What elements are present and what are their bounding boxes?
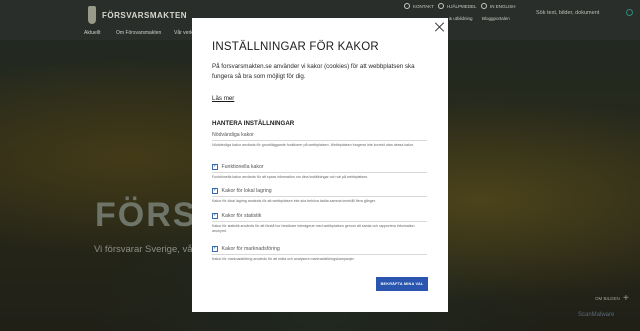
blog-portal-link[interactable]: Bloggportalen [482, 16, 510, 21]
statistics-checkbox[interactable] [212, 212, 218, 219]
read-more-link[interactable]: Läs mer [212, 95, 234, 102]
local-storage-checkbox[interactable] [212, 187, 218, 194]
search-input[interactable]: Sök text, bilder, dokument [536, 10, 599, 16]
about-image-link[interactable]: OM BILDEN [595, 296, 620, 301]
modal-title: INSTÄLLNINGAR FÖR KAKOR [212, 41, 379, 53]
contact-link[interactable]: KONTAKT [404, 3, 434, 9]
english-link[interactable]: IN ENGLISH [481, 3, 516, 9]
accessibility-icon [438, 3, 444, 9]
option-description: Nödvändiga kakor används för grundläggan… [212, 143, 414, 147]
site-logo[interactable]: FÖRSVARSMAKTEN [88, 6, 187, 24]
option-marketing[interactable]: Kakor för marknadsföring Kakor för markn… [212, 245, 427, 262]
hero-subtitle: Vi försvarar Sverige, vår [94, 244, 196, 255]
plus-icon[interactable]: + [623, 293, 629, 304]
contact-label: KONTAKT [413, 3, 434, 9]
option-label: Kakor för statistik [221, 213, 262, 219]
education-link[interactable]: & utbildning [449, 16, 473, 21]
option-label: Funktionella kakor [221, 164, 264, 170]
accessibility-label: HJÄLPMEDEL [447, 3, 477, 9]
option-label: Kakor för marknadsföring [221, 246, 280, 252]
option-label: Kakor för lokal lagring [221, 188, 272, 194]
logo-text: FÖRSVARSMAKTEN [102, 10, 188, 20]
phone-icon [404, 3, 410, 9]
nav-item-news[interactable]: Aktuellt [84, 30, 100, 36]
option-necessary: Nödvändiga kakor Nödvändiga kakor använd… [212, 132, 427, 148]
option-statistics[interactable]: Kakor för statistik Kakor för statistik … [212, 212, 427, 235]
globe-icon [481, 3, 487, 9]
nav-item-about[interactable]: Om Försvarsmakten [116, 30, 161, 36]
functional-checkbox[interactable] [212, 163, 218, 170]
search-icon[interactable] [626, 9, 633, 16]
option-description: Kakor för statistik används för att förs… [212, 224, 415, 234]
option-label: Nödvändiga kakor [212, 132, 254, 138]
accessibility-link[interactable]: HJÄLPMEDEL [438, 3, 477, 9]
nav-item-operations[interactable]: Vår verk [174, 30, 193, 36]
option-description: Funktionella kakor används för att spara… [212, 175, 369, 179]
option-description: Kakor för marknadsföring används för att… [212, 257, 355, 261]
watermark: ScanMalware [578, 312, 615, 318]
english-label: IN ENGLISH [490, 3, 516, 9]
modal-intro: På forsvarsmakten.se använder vi kakor (… [212, 63, 415, 80]
marketing-checkbox[interactable] [212, 245, 218, 252]
manage-settings-heading: HANTERA INSTÄLLNINGAR [212, 120, 295, 127]
option-functional[interactable]: Funktionella kakor Funktionella kakor an… [212, 163, 427, 180]
confirm-choices-button[interactable]: BEKRÄFTA MINA VAL [376, 277, 428, 291]
crest-icon [88, 6, 96, 24]
close-icon[interactable] [434, 21, 446, 33]
option-description: Kakor för lokal lagring används för att … [212, 199, 376, 203]
option-local-storage[interactable]: Kakor för lokal lagring Kakor för lokal … [212, 187, 427, 204]
